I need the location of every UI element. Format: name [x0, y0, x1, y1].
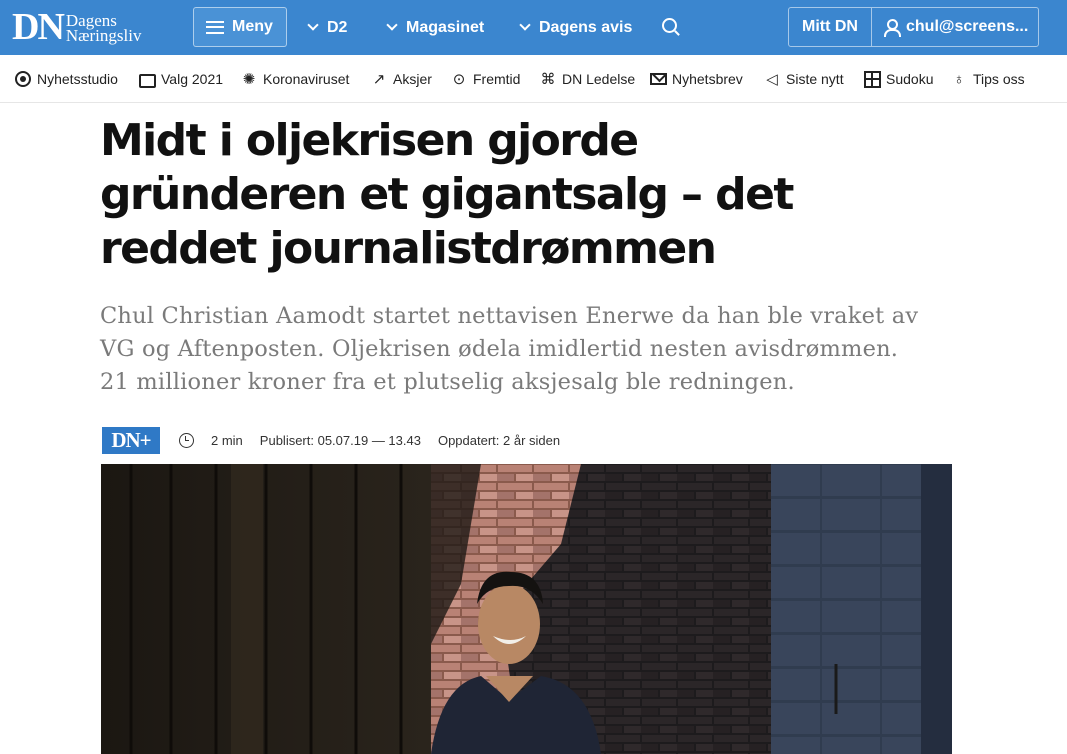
- published-date: Publisert: 05.07.19 — 13.43: [259, 433, 421, 448]
- subnav-item-koronaviruset[interactable]: ✺ Koronaviruset: [240, 55, 350, 103]
- subnav-label: DN Ledelse: [562, 71, 636, 87]
- headline-line: Midt i oljekrisen gjorde: [100, 115, 639, 166]
- grid-icon: [863, 70, 881, 88]
- subnav-label: Nyhetsstudio: [37, 71, 118, 87]
- subnav-label: Sudoku: [886, 71, 934, 87]
- record-icon: [14, 70, 32, 88]
- logo-dn-mark: DN: [12, 6, 65, 48]
- search-icon[interactable]: [662, 18, 677, 33]
- user-icon: [884, 19, 901, 37]
- nav-dagens-avis[interactable]: Dagens avis: [519, 0, 633, 55]
- envelope-icon: [649, 70, 667, 88]
- menu-label: Meny: [232, 18, 273, 35]
- subnav-item-nyhetsbrev[interactable]: Nyhetsbrev: [649, 55, 743, 103]
- subnav-item-dn-ledelse[interactable]: ⌘ DN Ledelse: [539, 55, 636, 103]
- lightbulb-icon: ♁: [953, 70, 965, 88]
- updated-date: Oppdatert: 2 år siden: [437, 433, 561, 448]
- mitt-dn-button[interactable]: Mitt DN: [789, 8, 872, 46]
- megaphone-icon: ◁: [766, 70, 778, 88]
- nav-magasinet-label: Magasinet: [406, 18, 485, 36]
- virus-icon: ✺: [242, 70, 256, 88]
- menu-button[interactable]: Meny: [193, 7, 287, 47]
- subnav-item-tips-oss[interactable]: ♁ Tips oss: [950, 55, 1025, 103]
- subnav-label: Nyhetsbrev: [672, 71, 743, 87]
- mitt-dn-label: Mitt DN: [802, 18, 858, 35]
- subnav-item-sudoku[interactable]: Sudoku: [863, 55, 933, 103]
- logo-wordmark: Dagens Næringsliv: [65, 12, 142, 45]
- chevron-down-icon: [386, 19, 398, 31]
- subnav-label: Fremtid: [473, 71, 521, 87]
- ballot-box-icon: [138, 70, 156, 88]
- subnav-item-aksjer[interactable]: ↗ Aksjer: [370, 55, 432, 103]
- chevron-down-icon: [307, 19, 319, 31]
- nav-dagens-avis-label: Dagens avis: [539, 18, 633, 36]
- nav-d2[interactable]: D2: [307, 0, 348, 55]
- account-box: Mitt DN chul@screens...: [788, 7, 1039, 47]
- headline-line: gründeren et gigantsalg – det: [100, 169, 794, 220]
- subnav-item-siste-nytt[interactable]: ◁ Siste nytt: [763, 55, 844, 103]
- hero-photo-illustration: [101, 464, 952, 754]
- subnav-label: Valg 2021: [161, 71, 224, 87]
- lede-line: Chul Christian Aamodt startet nettavisen…: [100, 303, 919, 329]
- nav-d2-label: D2: [327, 18, 348, 36]
- org-chart-icon: ⌘: [540, 70, 556, 88]
- forward-icon: ⊙: [452, 70, 466, 88]
- section-nav: Nyhetsstudio Valg 2021 ✺ Koronaviruset ↗…: [0, 55, 1067, 103]
- subnav-item-valg-2021[interactable]: Valg 2021: [138, 55, 223, 103]
- article-lede: Chul Christian Aamodt startet nettavisen…: [100, 300, 960, 399]
- article-meta: DN+ 2 min Publisert: 05.07.19 — 13.43 Op…: [102, 427, 577, 454]
- subnav-label: Tips oss: [973, 71, 1025, 87]
- subnav-item-nyhetsstudio[interactable]: Nyhetsstudio: [14, 55, 118, 103]
- hero-photo: [101, 464, 952, 754]
- dn-logo[interactable]: DN Dagens Næringsliv: [12, 6, 141, 48]
- read-time: 2 min: [211, 433, 243, 448]
- subnav-label: Siste nytt: [786, 71, 844, 87]
- top-bar: DN Dagens Næringsliv Meny D2 Magasinet D…: [0, 0, 1067, 55]
- logo-line-2: Næringsliv: [65, 26, 142, 45]
- clock-icon: [179, 433, 194, 448]
- article-headline: Midt i oljekrisen gjorde gründeren et gi…: [100, 114, 940, 276]
- dn-plus-badge: DN+: [102, 427, 160, 454]
- headline-line: reddet journalistdrømmen: [100, 223, 717, 274]
- chevron-down-icon: [519, 19, 531, 31]
- chart-line-icon: ↗: [372, 70, 386, 88]
- nav-magasinet[interactable]: Magasinet: [386, 0, 485, 55]
- subnav-label: Koronaviruset: [263, 71, 350, 87]
- subnav-label: Aksjer: [393, 71, 432, 87]
- user-account-button[interactable]: chul@screens...: [872, 8, 1038, 46]
- user-label: chul@screens...: [906, 18, 1029, 35]
- lede-line: VG og Aftenposten. Oljekrisen ødela imid…: [100, 336, 899, 362]
- lede-line: 21 millioner kroner fra et plutselig aks…: [100, 369, 795, 395]
- subnav-item-fremtid[interactable]: ⊙ Fremtid: [450, 55, 521, 103]
- hamburger-icon: [206, 20, 224, 34]
